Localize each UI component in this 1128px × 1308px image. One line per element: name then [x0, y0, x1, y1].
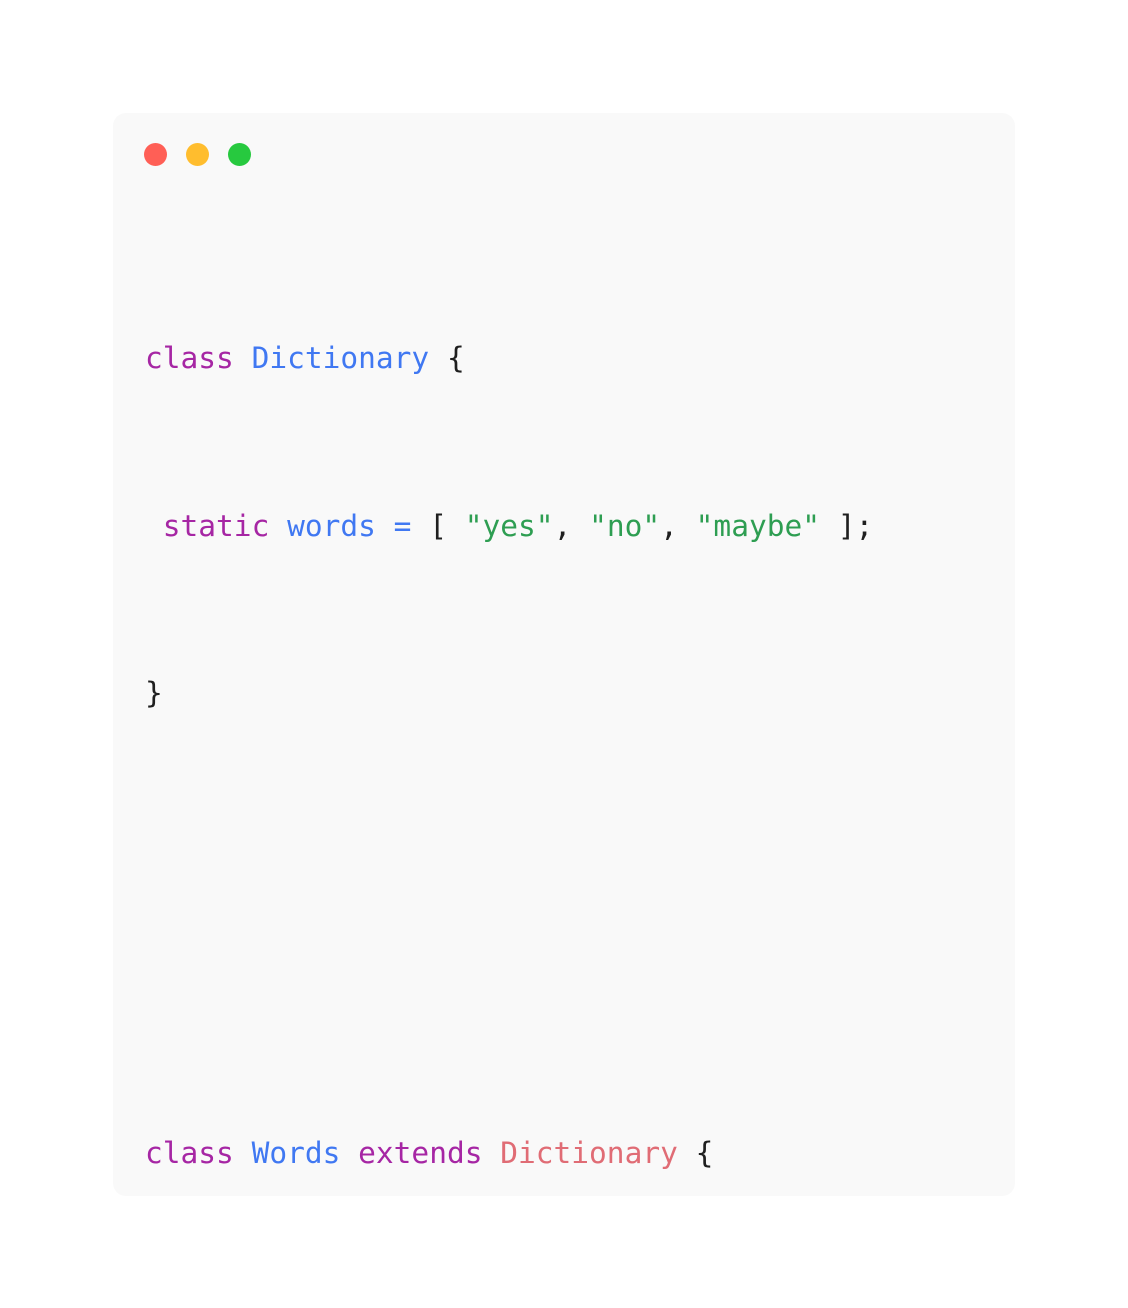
token-comma: , — [553, 508, 590, 543]
code-line-1: class Dictionary { — [145, 338, 1015, 380]
token-brace-open: { — [677, 1135, 714, 1170]
code-line-2: static words = [ "yes", "no", "maybe" ]; — [145, 506, 1015, 548]
code-snippet-card: class Dictionary { static words = [ "yes… — [113, 113, 1015, 1196]
token-comma: , — [660, 508, 696, 543]
maximize-dot[interactable] — [228, 143, 251, 166]
minimize-dot[interactable] — [186, 143, 209, 166]
window-title-bar — [144, 143, 251, 166]
token-prop-words: words — [269, 508, 376, 543]
token-keyword-static: static — [162, 508, 270, 543]
token-string-maybe: "maybe" — [695, 508, 820, 543]
token-class-words: Words — [233, 1135, 341, 1170]
code-block: class Dictionary { static words = [ "yes… — [145, 213, 1015, 1196]
token-keyword-class: class — [145, 341, 234, 376]
token-operator-assign: = — [375, 508, 430, 543]
token-string-no: "no" — [589, 508, 661, 543]
token-bracket-close: ]; — [820, 508, 874, 543]
code-line-6: class Words extends Dictionary { — [145, 1133, 1015, 1175]
token-string-yes: "yes" — [464, 508, 554, 543]
token-keyword-extends: extends — [340, 1135, 483, 1170]
token-bracket-open: [ — [429, 508, 465, 543]
token-keyword-class: class — [145, 1135, 234, 1170]
token-class-dictionary: Dictionary — [233, 341, 430, 376]
token-superclass-dictionary: Dictionary — [482, 1135, 678, 1170]
code-line-3: } — [145, 673, 1015, 715]
token-brace-open: { — [429, 341, 465, 376]
token-brace-close: } — [145, 675, 163, 710]
close-dot[interactable] — [144, 143, 167, 166]
page-canvas: class Dictionary { static words = [ "yes… — [0, 0, 1128, 1308]
